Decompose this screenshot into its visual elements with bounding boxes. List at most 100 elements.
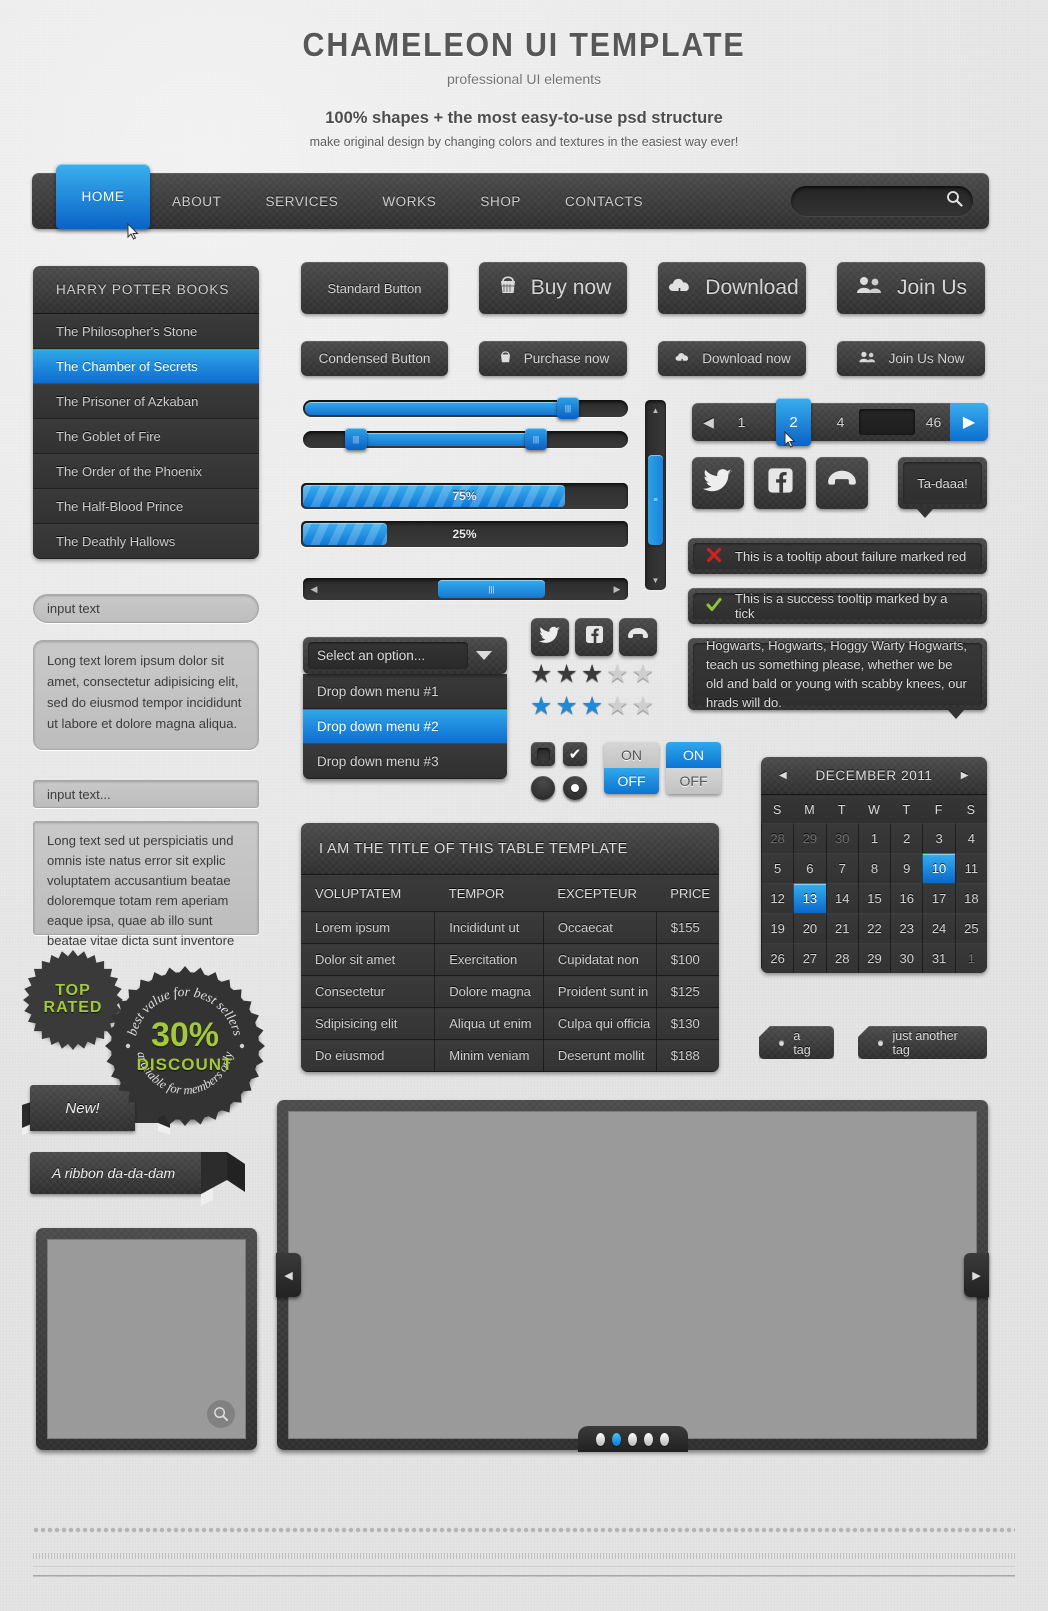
twitter-button[interactable] [531, 618, 569, 656]
carousel-prev-button[interactable]: ◀ [276, 1253, 301, 1297]
calendar-day[interactable]: 24 [922, 913, 955, 943]
pagination-last-page[interactable]: 46 [917, 414, 950, 430]
star-icon[interactable]: ★ [530, 662, 552, 687]
calendar-day[interactable]: 3 [922, 823, 955, 853]
slider-range-track[interactable] [303, 428, 628, 450]
rounded-text-input[interactable]: input text [33, 594, 259, 623]
calendar-day[interactable]: 28 [761, 823, 794, 853]
toggle-on-label[interactable]: ON [604, 742, 659, 768]
nav-item-services[interactable]: SERVICES [244, 173, 361, 229]
tag-just-another-tag[interactable]: just another tag [858, 1026, 987, 1059]
scroll-right-arrow[interactable]: ▶ [608, 578, 626, 600]
purchase-now-button[interactable]: Purchase now [479, 341, 627, 376]
facebook-button-large[interactable] [754, 457, 806, 509]
calendar-day[interactable]: 29 [793, 823, 826, 853]
calendar-day[interactable]: 1 [857, 823, 891, 853]
calendar-day[interactable]: 17 [922, 883, 955, 913]
calendar-day[interactable]: 9 [890, 853, 923, 883]
nav-item-contacts[interactable]: CONTACTS [543, 173, 665, 229]
slider-single-track[interactable] [303, 397, 628, 419]
calendar-day[interactable]: 23 [890, 913, 923, 943]
thumbnail-frame[interactable] [36, 1228, 257, 1450]
nav-item-shop[interactable]: SHOP [458, 173, 543, 229]
buy-now-button[interactable]: Buy now [479, 262, 627, 314]
toggle-on-label[interactable]: ON [666, 742, 721, 768]
calendar-day[interactable]: 18 [954, 883, 987, 913]
calendar-day[interactable]: 30 [890, 943, 923, 973]
book-list-item-2[interactable]: The Prisoner of Azkaban [33, 384, 259, 419]
pagination-page-4[interactable]: 4 [824, 414, 857, 430]
slider-range-knob-low[interactable] [345, 428, 367, 450]
pagination-next[interactable]: ▶ [950, 403, 988, 441]
calendar-day[interactable]: 30 [825, 823, 858, 853]
scroll-up-arrow[interactable]: ▲ [645, 402, 666, 418]
join-us-button[interactable]: Join Us [837, 262, 985, 314]
pagination-prev[interactable]: ◀ [692, 414, 725, 431]
calendar-day[interactable]: 27 [793, 943, 826, 973]
vertical-scrollbar[interactable]: ▲ ≡ ▼ [645, 400, 666, 590]
carousel-dot[interactable] [596, 1432, 605, 1446]
horizontal-scroll-thumb[interactable]: ||| [438, 580, 545, 598]
slider-single-knob[interactable] [557, 397, 579, 419]
twitter-button-large[interactable] [692, 457, 744, 509]
calendar-day[interactable]: 14 [825, 883, 858, 913]
dropdown-option-1[interactable]: Drop down menu #2 [303, 709, 507, 744]
horizontal-scrollbar[interactable]: ◀ ||| ▶ [303, 578, 628, 600]
facebook-button[interactable] [575, 618, 613, 656]
calendar-next-icon[interactable]: ▶ [961, 770, 969, 781]
slider-range-knob-high[interactable] [525, 428, 547, 450]
vertical-scroll-thumb[interactable]: ≡ [648, 455, 663, 545]
star-rating-dark[interactable]: ★ ★ ★ ★ ★ [530, 662, 654, 687]
calendar-day[interactable]: 6 [793, 853, 826, 883]
star-icon[interactable]: ★ [581, 662, 603, 687]
book-list-item-6[interactable]: The Deathly Hallows [33, 524, 259, 559]
calendar-day-selected[interactable]: 13 [793, 883, 826, 913]
toggle-switch-on[interactable]: ON OFF [666, 742, 721, 794]
phone-button-large[interactable] [816, 457, 868, 509]
checkbox-checked[interactable]: ✔ [563, 742, 587, 766]
calendar-day[interactable]: 31 [922, 943, 955, 973]
calendar-day[interactable]: 2 [890, 823, 923, 853]
star-icon[interactable]: ★ [581, 694, 603, 719]
calendar-day[interactable]: 8 [857, 853, 891, 883]
carousel-dot[interactable] [628, 1432, 637, 1446]
radio-unselected[interactable] [531, 776, 555, 800]
calendar-prev-icon[interactable]: ◀ [779, 770, 787, 781]
calendar-day[interactable]: 21 [825, 913, 858, 943]
book-list-item-4[interactable]: The Order of the Phoenix [33, 454, 259, 489]
join-us-now-button[interactable]: Join Us Now [837, 341, 985, 376]
calendar-day[interactable]: 4 [954, 823, 987, 853]
star-icon[interactable]: ★ [606, 694, 628, 719]
book-list-item-3[interactable]: The Goblet of Fire [33, 419, 259, 454]
calendar-day[interactable]: 19 [761, 913, 794, 943]
carousel-dot-active[interactable] [612, 1432, 621, 1446]
search-input[interactable] [791, 186, 973, 216]
dropdown-option-0[interactable]: Drop down menu #1 [303, 674, 507, 709]
star-icon[interactable]: ★ [632, 694, 654, 719]
toggle-off-label[interactable]: OFF [604, 768, 659, 794]
calendar-day[interactable]: 5 [761, 853, 794, 883]
phone-button[interactable] [619, 618, 657, 656]
calendar-day[interactable]: 1 [954, 943, 987, 973]
rounded-textarea[interactable]: Long text lorem ipsum dolor sit amet, co… [33, 640, 259, 750]
calendar-day[interactable]: 15 [857, 883, 891, 913]
toggle-switch-off[interactable]: ON OFF [604, 742, 659, 794]
star-icon[interactable]: ★ [530, 694, 552, 719]
square-textarea[interactable]: Long text sed ut perspiciatis und omnis … [33, 821, 259, 948]
nav-item-about[interactable]: ABOUT [150, 173, 244, 229]
square-text-input[interactable]: input text... [33, 780, 259, 808]
dropdown-option-2[interactable]: Drop down menu #3 [303, 744, 507, 779]
calendar-day-selected[interactable]: 10 [922, 853, 955, 883]
calendar-day[interactable]: 22 [857, 913, 891, 943]
calendar-day[interactable]: 7 [825, 853, 858, 883]
calendar-day[interactable]: 11 [954, 853, 987, 883]
tag-a-tag[interactable]: a tag [759, 1026, 834, 1059]
nav-item-works[interactable]: WORKS [360, 173, 458, 229]
download-button[interactable]: Download [658, 262, 806, 314]
standard-button[interactable]: Standard Button [301, 262, 448, 314]
star-icon[interactable]: ★ [555, 694, 577, 719]
calendar-day[interactable]: 16 [890, 883, 923, 913]
book-list-item-5[interactable]: The Half-Blood Prince [33, 489, 259, 524]
carousel-frame[interactable]: ◀ ▶ [276, 1100, 989, 1452]
magnifier-icon[interactable] [207, 1400, 235, 1428]
